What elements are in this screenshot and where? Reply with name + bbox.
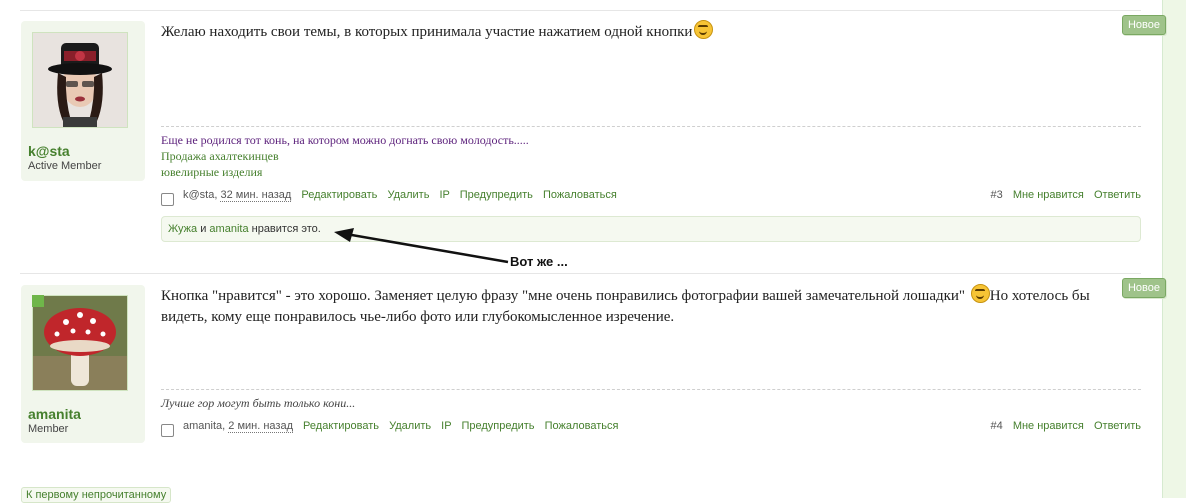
message-text: Кнопка "нравится" - это хорошо. Заменяет…	[161, 288, 966, 304]
annotation-text: Вот же ...	[510, 254, 568, 269]
signature-link[interactable]: ювелирные изделия	[161, 165, 262, 180]
user-info-kasta: k@sta Active Member	[21, 21, 145, 181]
user-info-amanita: amanita Member	[21, 285, 145, 443]
avatar-kasta[interactable]	[32, 32, 128, 128]
liker-link[interactable]: amanita	[209, 223, 248, 235]
select-checkbox[interactable]	[161, 424, 174, 437]
report-link[interactable]: Пожаловаться	[543, 189, 617, 201]
post-date[interactable]: 32 мин. назад	[220, 189, 292, 202]
ip-link[interactable]: IP	[440, 189, 450, 201]
signature-line[interactable]: Еще не родился тот конь, на котором можн…	[161, 133, 529, 148]
warn-link[interactable]: Предупредить	[460, 189, 533, 201]
meta-author[interactable]: k@sta	[183, 189, 214, 201]
user-title: Active Member	[28, 160, 102, 172]
signature-divider	[161, 389, 1141, 390]
post-message: Желаю находить свои темы, в которых прин…	[161, 20, 714, 43]
post-divider	[20, 273, 1141, 274]
liker-link[interactable]: Жужа	[168, 223, 197, 235]
reply-link[interactable]: Ответить	[1094, 420, 1141, 432]
user-title: Member	[28, 423, 69, 435]
avatar-amanita[interactable]	[32, 295, 128, 391]
edit-link[interactable]: Редактировать	[303, 420, 379, 432]
post-number[interactable]: #3	[991, 189, 1003, 201]
like-link[interactable]: Мне нравится	[1013, 189, 1084, 201]
online-indicator-icon	[32, 295, 44, 307]
avatar-image	[33, 296, 127, 390]
post-meta: k@sta, 32 мин. назад Редактировать Удали…	[161, 189, 1141, 206]
delete-link[interactable]: Удалить	[387, 189, 429, 201]
report-link[interactable]: Пожаловаться	[545, 420, 619, 432]
post-date[interactable]: 2 мин. назад	[228, 420, 293, 433]
new-badge: Новое	[1122, 15, 1166, 35]
like-link[interactable]: Мне нравится	[1013, 420, 1084, 432]
reply-link[interactable]: Ответить	[1094, 189, 1141, 201]
signature-line: Лучше гор могут быть только кони...	[161, 396, 356, 410]
signature-divider	[161, 126, 1141, 127]
delete-link[interactable]: Удалить	[389, 420, 431, 432]
right-side-strip	[1162, 0, 1186, 498]
username[interactable]: amanita	[28, 406, 81, 422]
select-checkbox[interactable]	[161, 193, 174, 206]
annotation-arrow-icon	[334, 228, 509, 264]
ip-link[interactable]: IP	[441, 420, 451, 432]
username[interactable]: k@sta	[28, 143, 70, 159]
new-badge: Новое	[1122, 278, 1166, 298]
likes-joiner: и	[200, 223, 207, 235]
signature-link[interactable]: Продажа ахалтекинцев	[161, 149, 279, 164]
warn-link[interactable]: Предупредить	[461, 420, 534, 432]
avatar-image	[33, 33, 127, 127]
smile-icon	[970, 284, 990, 303]
edit-link[interactable]: Редактировать	[301, 189, 377, 201]
post-message: Кнопка "нравится" - это хорошо. Заменяет…	[161, 284, 1091, 328]
post-number[interactable]: #4	[991, 420, 1003, 432]
post-meta: amanita, 2 мин. назад Редактировать Удал…	[161, 420, 1141, 437]
message-text: Желаю находить свои темы, в которых прин…	[161, 24, 693, 40]
likes-summary: Жужа и amanita нравится это.	[161, 216, 1141, 242]
first-unread-button[interactable]: К первому непрочитанному	[21, 487, 172, 503]
post-divider	[20, 10, 1141, 11]
smile-icon	[694, 20, 714, 39]
meta-author[interactable]: amanita	[183, 420, 222, 432]
likes-suffix: нравится это.	[251, 223, 321, 235]
